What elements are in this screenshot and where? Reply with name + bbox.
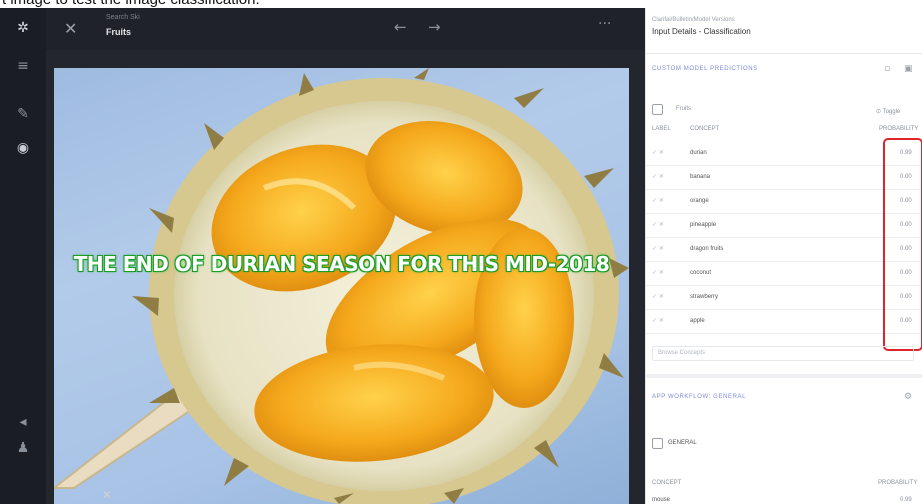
col-probability-header: PROBABILITY bbox=[879, 126, 919, 132]
app-logo-icon[interactable]: ✲ bbox=[13, 18, 33, 38]
general-section-header[interactable]: APP WORKFLOW: GENERAL ⚙ bbox=[646, 386, 922, 412]
details-panel: Clarifai/Bulletin/Model Versions Input D… bbox=[645, 8, 922, 504]
caption-strip: t image to test the image classification… bbox=[0, 0, 645, 8]
eye-icon[interactable]: ◉ bbox=[13, 138, 33, 158]
general-checkbox[interactable] bbox=[652, 438, 663, 449]
label-toggle-icons[interactable]: ✓ ✕ bbox=[652, 293, 664, 300]
grid-icon[interactable]: ▫ bbox=[884, 64, 890, 74]
viewer-topbar: ✕ Search Ski Fruits ← → ··· bbox=[46, 8, 645, 50]
forward-arrow-icon[interactable]: → bbox=[428, 18, 441, 36]
panel-header: Clarifai/Bulletin/Model Versions Input D… bbox=[646, 8, 922, 54]
model-select-label[interactable]: Fruits bbox=[676, 106, 691, 112]
image-viewer: THE END OF DURIAN SEASON FOR THIS MID-20… bbox=[46, 50, 645, 504]
more-options-icon[interactable]: ··· bbox=[598, 16, 611, 32]
concept-name: durian bbox=[690, 150, 707, 156]
concept-name: coconut bbox=[690, 270, 712, 276]
concept-name: orange bbox=[690, 198, 709, 204]
section-title-general: APP WORKFLOW: GENERAL bbox=[652, 394, 747, 400]
durian-illustration bbox=[54, 68, 629, 504]
close-icon[interactable]: ✕ bbox=[64, 19, 77, 38]
toggle-button[interactable]: ⊙ Toggle bbox=[876, 108, 900, 115]
concept-row[interactable]: ✓ ✕ apple 0.00 bbox=[646, 310, 922, 334]
custom-model-section-header[interactable]: CUSTOM MODEL PREDICTIONS ▫ ▣ bbox=[646, 58, 922, 84]
label-toggle-icons[interactable]: ✓ ✕ bbox=[652, 245, 664, 252]
concept-row[interactable]: ✓ ✕ coconut 0.00 bbox=[646, 262, 922, 286]
concept-row[interactable]: ✓ ✕ dragon fruits 0.00 bbox=[646, 238, 922, 262]
back-arrow-icon[interactable]: ← bbox=[394, 18, 407, 36]
section-title-custom: CUSTOM MODEL PREDICTIONS bbox=[652, 66, 758, 72]
edit-icon[interactable]: ✎ bbox=[13, 104, 33, 124]
concept-row[interactable]: ✓ ✕ banana 0.00 bbox=[646, 166, 922, 190]
concept-row[interactable]: ✓ ✕ durian 0.99 bbox=[646, 142, 922, 166]
concept-name: apple bbox=[690, 318, 705, 324]
app-title: Fruits bbox=[106, 27, 132, 37]
caption-text: t image to test the image classification… bbox=[2, 0, 260, 8]
label-toggle-icons[interactable]: ✓ ✕ bbox=[652, 269, 664, 276]
col-concept-header: CONCEPT bbox=[690, 126, 720, 132]
durian-photo: THE END OF DURIAN SEASON FOR THIS MID-20… bbox=[54, 68, 629, 504]
app-subtitle: Search Ski bbox=[106, 14, 140, 21]
col-label-header: LABEL bbox=[652, 126, 671, 132]
label-toggle-icons[interactable]: ✓ ✕ bbox=[652, 149, 664, 156]
panel-title: Input Details - Classification bbox=[652, 27, 751, 36]
concept-row[interactable]: ✓ ✕ pineapple 0.00 bbox=[646, 214, 922, 238]
menu-icon[interactable]: ≡ bbox=[13, 56, 33, 76]
label-toggle-icons[interactable]: ✓ ✕ bbox=[652, 173, 664, 180]
general-concept-name: mouse bbox=[652, 497, 671, 503]
concept-row[interactable]: ✓ ✕ strawberry 0.00 bbox=[646, 286, 922, 310]
general-checkbox-label: GENERAL bbox=[668, 440, 697, 446]
settings-icon[interactable]: ⚙ bbox=[904, 392, 912, 402]
breadcrumb[interactable]: Clarifai/Bulletin/Model Versions bbox=[652, 17, 735, 23]
zoom-fit-icon[interactable]: ✕ bbox=[102, 488, 118, 502]
concept-name: dragon fruits bbox=[690, 246, 724, 252]
concept-name: strawberry bbox=[690, 294, 719, 300]
megaphone-icon[interactable]: ◂ bbox=[13, 412, 33, 432]
add-concept-input[interactable]: Browse Concepts bbox=[652, 346, 914, 361]
general-col-concept-header: CONCEPT bbox=[652, 480, 682, 486]
general-col-probability-header: PROBABILITY bbox=[878, 480, 918, 486]
concept-name: banana bbox=[690, 174, 711, 180]
settings-icon[interactable]: ▣ bbox=[904, 64, 913, 74]
select-all-checkbox[interactable] bbox=[652, 104, 663, 115]
probability-highlight-box bbox=[883, 138, 922, 351]
left-sidebar: ✲ ≡ ✎ ◉ ◂ ♟ bbox=[0, 8, 46, 504]
concept-name: pineapple bbox=[690, 222, 717, 228]
section-divider bbox=[646, 374, 922, 378]
add-concept-placeholder: Browse Concepts bbox=[658, 350, 706, 356]
concept-row[interactable]: ✓ ✕ orange 0.00 bbox=[646, 190, 922, 214]
image-overlay-text: THE END OF DURIAN SEASON FOR THIS MID-20… bbox=[73, 252, 610, 276]
user-icon[interactable]: ♟ bbox=[13, 438, 33, 458]
label-toggle-icons[interactable]: ✓ ✕ bbox=[652, 221, 664, 228]
general-concept-probability: 0.99 bbox=[900, 497, 912, 503]
label-toggle-icons[interactable]: ✓ ✕ bbox=[652, 317, 664, 324]
label-toggle-icons[interactable]: ✓ ✕ bbox=[652, 197, 664, 204]
